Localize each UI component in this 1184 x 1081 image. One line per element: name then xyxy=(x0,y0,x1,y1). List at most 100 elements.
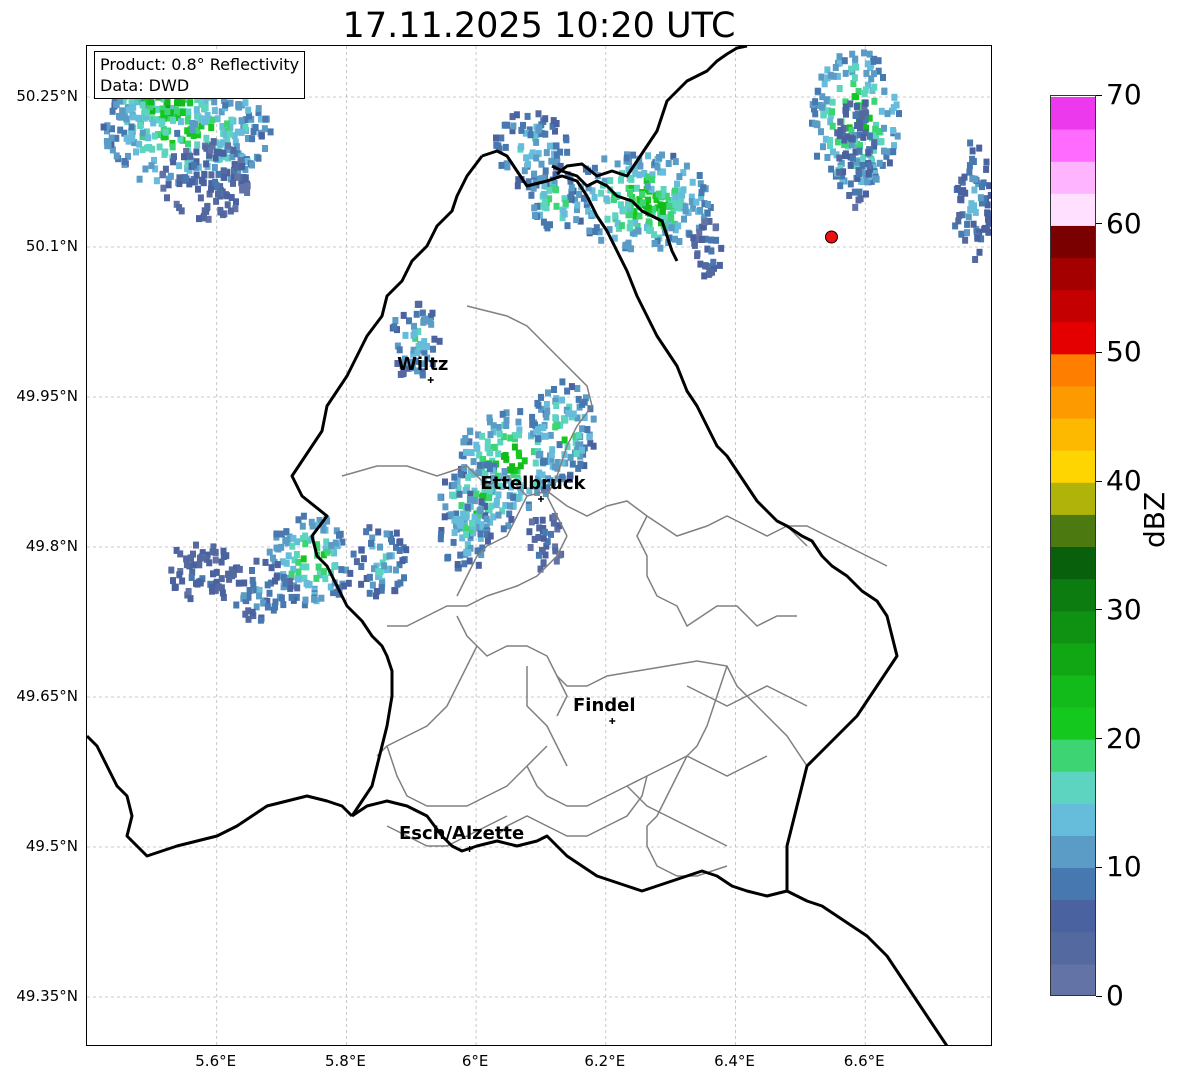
echo-pixel xyxy=(411,329,418,337)
echo-pixel xyxy=(414,300,421,308)
echo-pixel xyxy=(233,601,240,609)
echo-pixel xyxy=(366,573,373,581)
echo-pixel xyxy=(667,211,674,219)
echo-pixel xyxy=(672,235,678,243)
echo-pixel xyxy=(320,568,327,576)
echo-pixel xyxy=(503,416,510,424)
echo-pixel xyxy=(964,229,970,237)
colorbar-tick-label: 20 xyxy=(1106,721,1142,755)
echo-pixel xyxy=(133,148,139,156)
echo-pixel xyxy=(196,554,203,562)
echo-pixel xyxy=(213,181,220,189)
echo-pixel xyxy=(814,152,820,160)
colorbar-segment xyxy=(1051,899,1095,933)
echo-pixel xyxy=(369,581,376,589)
lon-tick-label: 5.8°E xyxy=(324,1052,366,1070)
echo-pixel xyxy=(682,203,689,211)
echo-pixel xyxy=(507,502,513,510)
echo-pixel xyxy=(881,124,887,132)
echo-pixel xyxy=(521,167,528,175)
echo-pixel xyxy=(853,63,860,71)
echo-pixel xyxy=(696,172,703,179)
echo-pixel xyxy=(109,107,116,115)
colorbar-segment xyxy=(1051,321,1095,355)
echo-pixel xyxy=(645,152,652,160)
echo-pixel xyxy=(627,189,633,197)
echo-pixel xyxy=(546,142,553,150)
echo-pixel xyxy=(457,471,464,479)
echo-pixel xyxy=(630,151,637,159)
echo-pixel xyxy=(450,538,457,546)
echo-pixel xyxy=(621,206,628,214)
echo-pixel xyxy=(300,512,307,520)
colorbar-segment xyxy=(1051,129,1095,162)
echo-pixel xyxy=(708,247,715,255)
echo-pixel xyxy=(242,99,249,107)
echo-pixel xyxy=(546,186,553,194)
echo-pixel xyxy=(212,556,219,564)
echo-pixel xyxy=(511,443,518,451)
radar-map[interactable]: Wiltz Ettelbruck Findel Esch/Alzette xyxy=(86,45,992,1046)
echo-pixel xyxy=(881,87,888,95)
echo-pixel xyxy=(484,438,491,446)
echo-pixel xyxy=(185,588,192,595)
echo-pixel xyxy=(543,222,550,229)
echo-pixel xyxy=(649,176,656,184)
echo-pixel xyxy=(438,531,444,539)
echo-pixel xyxy=(176,204,183,212)
echo-pixel xyxy=(108,134,115,142)
echo-pixel xyxy=(219,589,226,597)
echo-pixel xyxy=(834,138,841,146)
echo-pixel xyxy=(665,160,672,167)
echo-pixel xyxy=(972,175,979,183)
echo-pixel xyxy=(393,529,400,537)
echo-pixel xyxy=(171,584,178,591)
echo-pixel xyxy=(264,603,271,611)
echo-pixel xyxy=(193,171,200,179)
echo-pixel xyxy=(863,190,869,198)
echo-pixel xyxy=(139,129,146,137)
echo-pixel xyxy=(366,589,373,597)
echo-pixel xyxy=(164,108,171,115)
echo-pixel xyxy=(148,162,155,170)
echo-pixel xyxy=(564,222,571,230)
echo-pixel xyxy=(657,244,664,252)
echo-pixel xyxy=(194,141,201,149)
echo-pixel xyxy=(702,218,708,226)
echo-pixel xyxy=(235,101,242,108)
echo-pixel xyxy=(553,402,560,409)
echo-pixel xyxy=(220,149,227,157)
echo-pixel xyxy=(705,201,711,208)
echo-pixel xyxy=(149,145,156,153)
echo-pixel xyxy=(207,146,214,154)
echo-pixel xyxy=(130,103,137,111)
echo-pixel xyxy=(510,493,517,501)
echo-pixel xyxy=(486,494,493,502)
echo-pixel xyxy=(896,110,902,118)
echo-pixel xyxy=(288,593,295,601)
echo-pixel xyxy=(295,516,302,524)
echo-pixel xyxy=(818,128,824,136)
echo-pixel xyxy=(540,424,547,432)
echo-pixel xyxy=(541,457,548,465)
echo-pixel xyxy=(266,589,273,597)
echo-pixel xyxy=(821,80,828,88)
echo-pixel xyxy=(847,180,854,188)
echo-pixel xyxy=(208,171,215,179)
echo-pixel xyxy=(116,112,122,120)
echo-pixel xyxy=(272,598,279,606)
echo-pixel xyxy=(691,241,698,249)
echo-pixel xyxy=(451,473,458,481)
colorbar-segment xyxy=(1051,610,1095,644)
echo-pixel xyxy=(224,192,231,200)
echo-pixel xyxy=(176,571,183,579)
echo-pixel xyxy=(191,161,198,169)
echo-pixel xyxy=(237,157,244,165)
info-box: Product: 0.8° Reflectivity Data: DWD xyxy=(94,51,306,99)
echo-pixel xyxy=(289,542,296,550)
radar-site-marker[interactable] xyxy=(824,230,838,244)
echo-pixel xyxy=(890,104,897,112)
echo-pixel xyxy=(241,579,248,587)
echo-pixel xyxy=(239,184,246,192)
echo-pixel xyxy=(681,215,687,223)
